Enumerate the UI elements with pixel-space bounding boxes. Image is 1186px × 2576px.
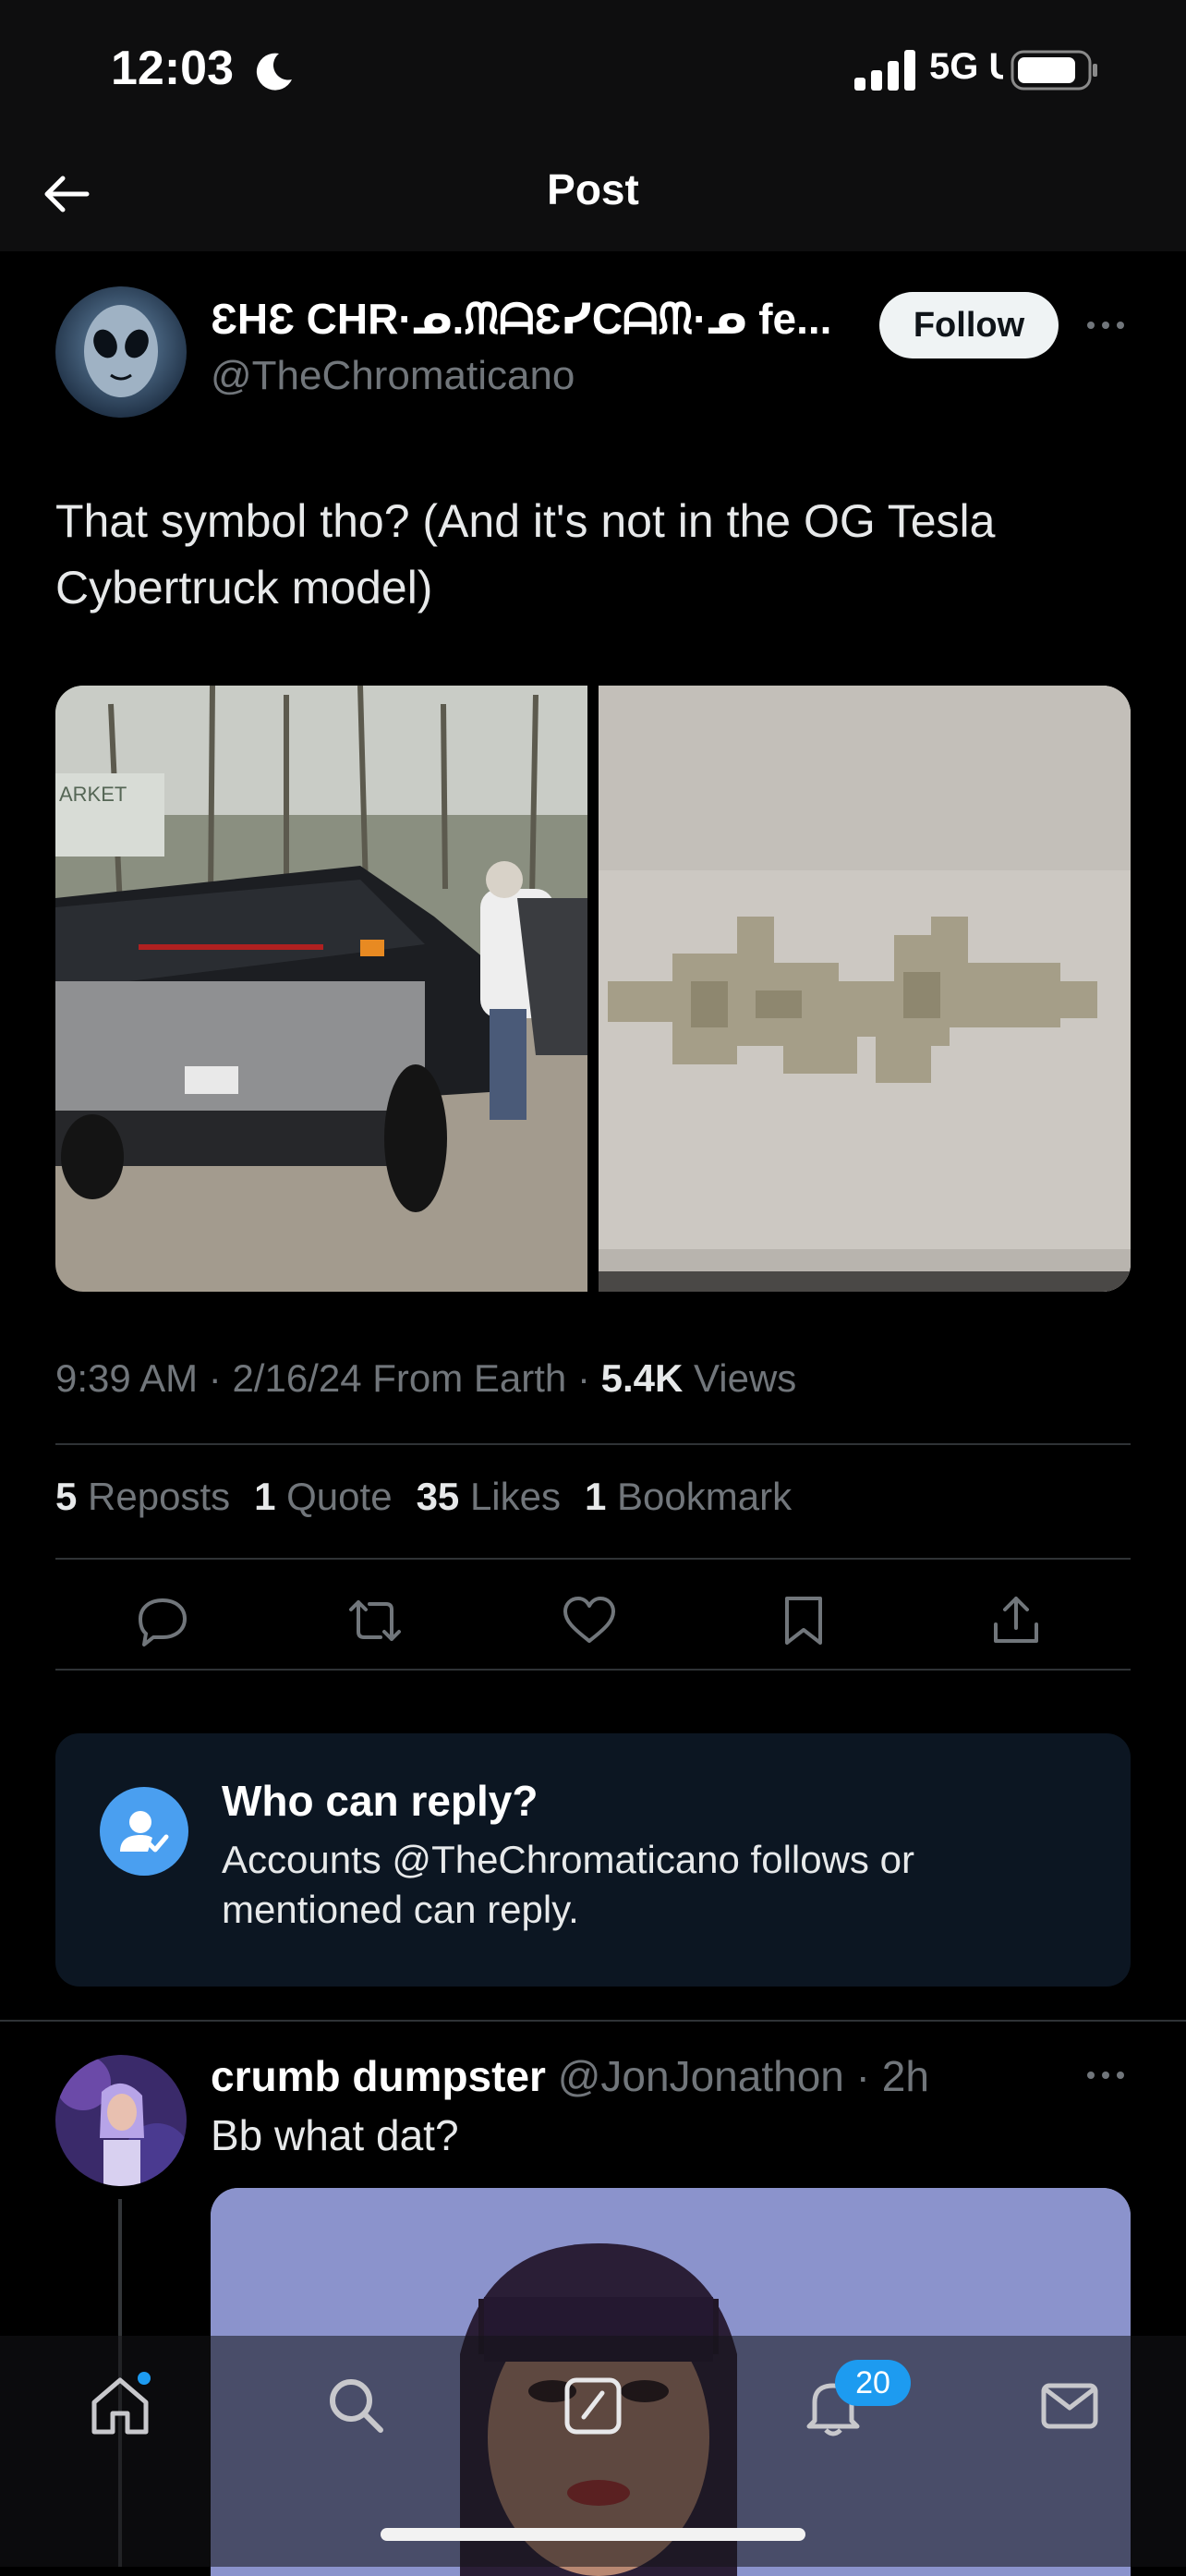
post-image-cybertruck[interactable]: ARKET xyxy=(55,686,587,1292)
home-icon[interactable] xyxy=(85,2371,155,2441)
reposts-count: 5 xyxy=(55,1475,78,1518)
network-type: 5G UC xyxy=(929,46,1003,87)
post-image-symbol-closeup[interactable] xyxy=(599,686,1131,1292)
divider xyxy=(0,2020,1186,2022)
reply-header: crumb dumpster @JonJonathon · 2h xyxy=(211,2051,929,2101)
author-handle[interactable]: @TheChromaticano xyxy=(211,353,575,399)
notifications-badge: 20 xyxy=(835,2360,911,2406)
views-label: Views xyxy=(694,1356,797,1400)
reply-author-avatar[interactable] xyxy=(55,2055,187,2186)
author-avatar[interactable] xyxy=(55,286,187,418)
search-icon[interactable] xyxy=(321,2371,392,2441)
quotes-stat[interactable]: 1 Quote xyxy=(254,1475,392,1518)
post-text: That symbol tho? (And it's not in the OG… xyxy=(55,495,996,614)
post-time: 9:39 AM xyxy=(55,1356,199,1400)
views-count: 5.4K xyxy=(600,1356,684,1400)
repost-icon[interactable] xyxy=(345,1591,405,1650)
home-indicator xyxy=(381,2528,805,2541)
like-icon[interactable] xyxy=(560,1591,619,1650)
reply-text: Bb what dat? xyxy=(211,2111,459,2159)
cellular-signal-icon xyxy=(854,50,915,91)
separator-dot: · xyxy=(843,2052,882,2100)
user-check-icon xyxy=(120,1811,169,1853)
divider xyxy=(55,1443,1131,1445)
likes-count: 35 xyxy=(416,1475,460,1518)
reply-icon[interactable] xyxy=(133,1591,192,1650)
compose-icon[interactable] xyxy=(558,2371,628,2441)
reply-time: 2h xyxy=(881,2052,929,2100)
divider xyxy=(55,1669,1131,1671)
divider xyxy=(55,1558,1131,1560)
status-time: 12:03 xyxy=(111,42,234,95)
page-title: Post xyxy=(547,165,639,213)
post-metadata: 9:39 AM · 2/16/24 From Earth · 5.4K View… xyxy=(55,1356,797,1400)
quotes-count: 1 xyxy=(254,1475,276,1518)
post-date: 2/16/24 xyxy=(232,1356,362,1400)
bookmarks-label: Bookmark xyxy=(617,1475,793,1518)
bookmarks-count: 1 xyxy=(585,1475,607,1518)
reply-author-handle[interactable]: @JonJonathon xyxy=(558,2052,844,2100)
likes-label: Likes xyxy=(469,1475,562,1518)
battery-icon xyxy=(1011,50,1097,91)
reply-restriction-badge xyxy=(100,1787,188,1876)
follow-button[interactable]: Follow xyxy=(879,292,1059,358)
reply-more-options-icon[interactable] xyxy=(1084,2064,1127,2086)
likes-stat[interactable]: 35 Likes xyxy=(417,1475,561,1518)
engagement-stats: 5 Reposts 1 Quote 35 Likes 1 Bookmark xyxy=(55,1475,792,1519)
quotes-label: Quote xyxy=(286,1475,393,1518)
share-icon[interactable] xyxy=(986,1591,1046,1650)
market-sign-text: ARKET xyxy=(59,783,127,806)
messages-icon[interactable] xyxy=(1035,2371,1105,2441)
post-source: From Earth xyxy=(372,1356,567,1400)
reposts-stat[interactable]: 5 Reposts xyxy=(55,1475,230,1518)
author-display-name[interactable]: ƐHƐ CHR·ᓄ.ᙏᗩƐᓯCᗩᙏ·ᓄ fe... xyxy=(211,294,857,346)
more-options-icon[interactable] xyxy=(1084,314,1127,336)
do-not-disturb-moon-icon xyxy=(256,53,292,91)
reply-author-name[interactable]: crumb dumpster xyxy=(211,2052,546,2100)
reposts-label: Reposts xyxy=(88,1475,231,1518)
who-can-reply-title: Who can reply? xyxy=(222,1777,539,1825)
bookmarks-stat[interactable]: 1 Bookmark xyxy=(585,1475,792,1518)
bookmark-icon[interactable] xyxy=(774,1591,833,1650)
who-can-reply-description: Accounts @TheChromaticano follows or men… xyxy=(222,1838,914,1931)
